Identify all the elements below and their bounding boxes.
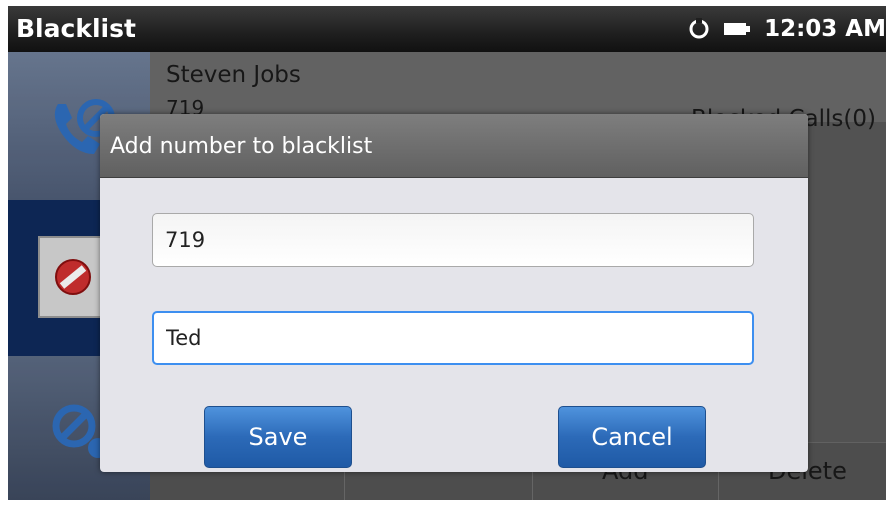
name-field[interactable] bbox=[152, 311, 754, 365]
cancel-button[interactable]: Cancel bbox=[558, 406, 706, 468]
add-to-blacklist-dialog: Add number to blacklist Save Cancel bbox=[100, 114, 808, 472]
sync-icon bbox=[689, 18, 709, 39]
status-indicators: 12:03 AM bbox=[688, 14, 886, 44]
dialog-header: Add number to blacklist bbox=[100, 114, 808, 178]
clock: 12:03 AM bbox=[764, 16, 886, 42]
number-field[interactable] bbox=[152, 213, 754, 267]
status-bar: Blacklist 12:03 AM bbox=[8, 6, 886, 52]
save-button[interactable]: Save bbox=[204, 406, 352, 468]
page-title: Blacklist bbox=[16, 14, 136, 43]
device-screen: Blacklist 12:03 AM Steven Jobs 719 Calls… bbox=[8, 6, 886, 500]
battery-icon bbox=[724, 23, 751, 35]
dialog-title: Add number to blacklist bbox=[110, 134, 373, 159]
